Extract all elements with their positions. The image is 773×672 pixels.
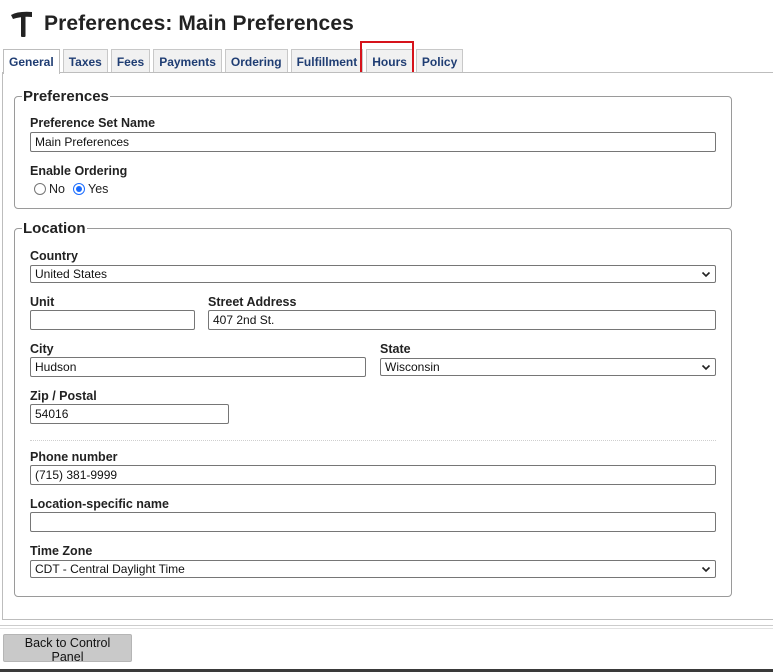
tab-general[interactable]: General (3, 49, 60, 74)
radio-yes-label: Yes (88, 182, 109, 196)
preference-set-name-input[interactable] (30, 132, 716, 152)
state-label: State (380, 342, 411, 356)
zip-input[interactable] (30, 404, 229, 424)
tab-payments[interactable]: Payments (153, 49, 222, 73)
hammer-icon (11, 11, 32, 37)
tab-hours[interactable]: Hours (366, 49, 413, 73)
tab-policy[interactable]: Policy (415, 49, 464, 73)
preference-set-name-label: Preference Set Name (30, 116, 156, 130)
city-label: City (30, 342, 54, 356)
location-name-label: Location-specific name (30, 497, 169, 511)
chevron-down-icon (701, 566, 711, 573)
footer-divider-secondary (0, 628, 773, 629)
chevron-down-icon (701, 271, 711, 278)
tab-fees[interactable]: Fees (110, 49, 151, 73)
page-header: Preferences: Main Preferences (8, 8, 354, 40)
tab-fulfillment[interactable]: Fulfillment (290, 49, 364, 73)
enable-ordering-yes[interactable]: Yes (73, 182, 108, 196)
tab-bar: General Taxes Fees Payments Ordering Ful… (3, 49, 466, 74)
tab-taxes[interactable]: Taxes (62, 49, 108, 73)
phone-input[interactable] (30, 465, 716, 485)
timezone-label: Time Zone (30, 544, 93, 558)
tab-panel-general: Preferences Preference Set Name Enable O… (2, 72, 773, 620)
phone-label: Phone number (30, 450, 118, 464)
location-name-input[interactable] (30, 512, 716, 532)
street-address-input[interactable] (208, 310, 716, 330)
page-title: Preferences: Main Preferences (44, 12, 354, 35)
chevron-down-icon (701, 364, 711, 371)
tab-ordering[interactable]: Ordering (224, 49, 288, 73)
timezone-value: CDT - Central Daylight Time (35, 562, 185, 576)
state-value: Wisconsin (385, 360, 440, 374)
radio-yes[interactable] (73, 183, 85, 195)
enable-ordering-label: Enable Ordering (30, 164, 128, 178)
section-divider (30, 440, 716, 441)
unit-input[interactable] (30, 310, 195, 330)
country-value: United States (35, 267, 108, 281)
city-input[interactable] (30, 357, 366, 377)
timezone-select[interactable]: CDT - Central Daylight Time (30, 560, 716, 578)
preferences-legend: Preferences (23, 88, 109, 105)
country-select[interactable]: United States (30, 265, 716, 283)
footer-divider (0, 625, 773, 626)
radio-no-label: No (49, 182, 65, 196)
unit-label: Unit (30, 295, 55, 309)
radio-no[interactable] (34, 183, 46, 195)
street-address-label: Street Address (208, 295, 297, 309)
zip-label: Zip / Postal (30, 389, 97, 403)
location-legend: Location (23, 220, 86, 237)
back-to-control-panel-button[interactable]: Back to Control Panel (3, 634, 132, 664)
enable-ordering-no[interactable]: No (34, 182, 65, 196)
state-select[interactable]: Wisconsin (380, 358, 716, 376)
country-label: Country (30, 249, 78, 263)
